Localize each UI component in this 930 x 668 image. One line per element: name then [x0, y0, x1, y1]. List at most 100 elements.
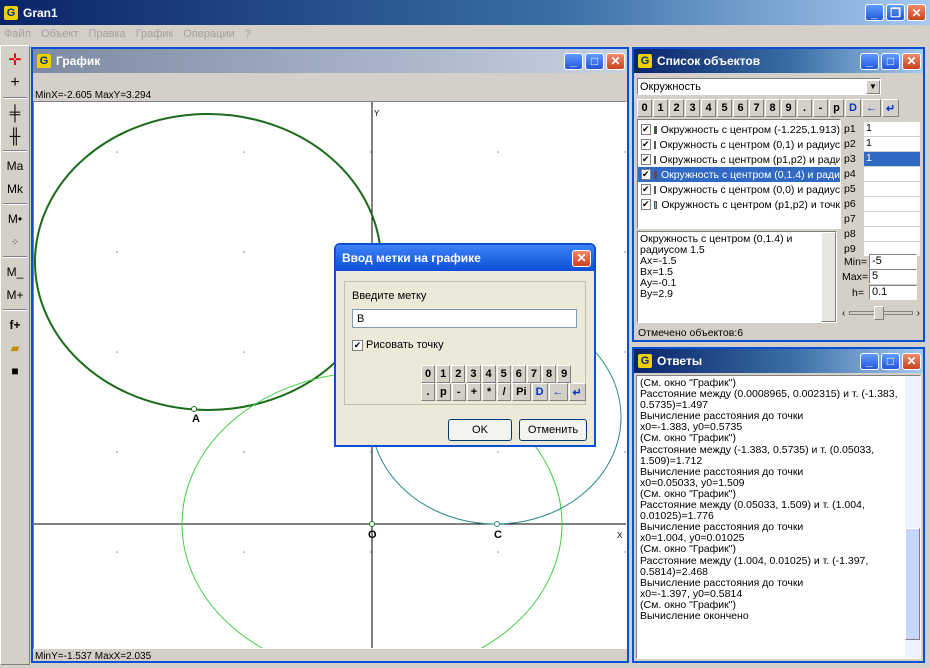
objects-key[interactable]: 0 [637, 99, 652, 117]
object-checkbox[interactable]: ✔ [641, 184, 651, 195]
min-field[interactable]: -5 [869, 254, 917, 269]
h-field[interactable]: 0.1 [869, 285, 917, 300]
draw-point-check-icon[interactable]: ✔ [352, 339, 363, 351]
objects-key[interactable]: 9 [781, 99, 796, 117]
slider-right-icon[interactable]: › [917, 308, 920, 319]
minimize-button[interactable]: _ [865, 4, 884, 21]
point-c[interactable] [494, 521, 500, 527]
dialog-key[interactable]: 0 [421, 365, 436, 383]
objects-key[interactable]: 3 [685, 99, 700, 117]
param-row[interactable]: p4 [844, 166, 920, 181]
param-row[interactable]: p8 [844, 226, 920, 241]
param-row[interactable]: p2 1 [844, 136, 920, 151]
cross-tick-icon[interactable]: ╪ [3, 102, 27, 124]
objects-maximize-button[interactable]: □ [881, 52, 900, 70]
label-ma-icon[interactable]: Ma [3, 155, 27, 177]
restore-button[interactable]: ❐ [886, 4, 905, 21]
ok-button[interactable]: OK [448, 419, 512, 441]
function-add-icon[interactable]: f+ [3, 314, 27, 336]
menu-item[interactable]: Операции [183, 28, 234, 40]
dialog-key[interactable]: * [482, 383, 497, 401]
objects-key[interactable]: 4 [701, 99, 716, 117]
objects-key[interactable]: 7 [749, 99, 764, 117]
graph-close-button[interactable]: ✕ [606, 52, 625, 70]
max-field[interactable]: 5 [869, 269, 917, 284]
menu-item[interactable]: Объект [41, 28, 78, 40]
param-value[interactable] [864, 226, 920, 241]
answers-scrollbar[interactable] [905, 376, 920, 658]
objects-key[interactable]: D [845, 99, 861, 117]
object-list-item[interactable]: ✔ Окружность с центром (p1,p2) и ради [638, 152, 840, 167]
save-disk-icon[interactable]: ■ [3, 360, 27, 382]
objects-key[interactable]: 2 [669, 99, 684, 117]
dialog-key[interactable]: p [436, 383, 451, 401]
objects-close-button[interactable]: ✕ [902, 52, 921, 70]
dialog-key[interactable]: 4 [481, 365, 496, 383]
menu-item[interactable]: ? [245, 28, 251, 40]
menu-item[interactable]: Файл [4, 28, 31, 40]
label-mk-icon[interactable]: Mk [3, 178, 27, 200]
label-mdot-icon[interactable]: M• [3, 208, 27, 230]
graph-maximize-button[interactable]: □ [585, 52, 604, 70]
answers-scroll-thumb[interactable] [905, 528, 920, 640]
objects-key[interactable]: 6 [733, 99, 748, 117]
object-checkbox[interactable]: ✔ [641, 124, 651, 135]
objects-key[interactable]: p [829, 99, 844, 117]
answers-minimize-button[interactable]: _ [860, 352, 879, 370]
dialog-key[interactable]: 6 [511, 365, 526, 383]
objects-list[interactable]: ✔ Окружность с центром (-1.225,1.913) ✔ Окр… [637, 119, 841, 229]
close-button[interactable]: ✕ [907, 4, 926, 21]
param-value[interactable] [864, 166, 920, 181]
objects-key[interactable]: - [813, 99, 828, 117]
objects-key[interactable]: . [797, 99, 812, 117]
dialog-key[interactable]: ↵ [568, 383, 586, 401]
object-checkbox[interactable]: ✔ [641, 139, 651, 150]
dialog-key[interactable]: . [421, 383, 435, 401]
param-row[interactable]: p6 [844, 196, 920, 211]
menu-item[interactable]: График [136, 28, 174, 40]
param-slider[interactable]: ‹ › [842, 304, 920, 322]
objects-minimize-button[interactable]: _ [860, 52, 879, 70]
label-mplus-icon[interactable]: M+ [3, 284, 27, 306]
object-list-item[interactable]: ✔ Окружность с центром (p1,p2) и точк [638, 197, 840, 212]
cross-tick-alt-icon[interactable]: ╫ [3, 125, 27, 147]
param-row[interactable]: p1 1 [844, 121, 920, 136]
param-value[interactable]: 1 [864, 151, 920, 166]
object-list-item[interactable]: ✔ Окружность с центром (-1.225,1.913) [638, 122, 840, 137]
slider-thumb[interactable] [874, 306, 885, 320]
dialog-key[interactable]: 1 [436, 365, 451, 383]
point-o[interactable] [369, 521, 375, 527]
dialog-key[interactable]: ← [548, 383, 568, 401]
param-row[interactable]: p5 [844, 181, 920, 196]
object-list-item[interactable]: ✔ Окружность с центром (0,0) и радиус [638, 182, 840, 197]
chevron-down-icon[interactable]: ▼ [866, 79, 880, 94]
dialog-key[interactable]: 2 [451, 365, 466, 383]
dialog-key[interactable]: 8 [542, 365, 557, 383]
answers-text[interactable]: (См. окно "График") Расстояние между (0.0… [636, 375, 921, 659]
param-row[interactable]: p7 [844, 211, 920, 226]
graph-minimize-button[interactable]: _ [564, 52, 583, 70]
dialog-key[interactable]: Pi [512, 383, 531, 401]
dialog-key[interactable]: 7 [526, 365, 541, 383]
circle-dark-green[interactable] [34, 113, 382, 411]
param-value[interactable] [864, 211, 920, 226]
object-checkbox[interactable]: ✔ [641, 199, 651, 210]
object-list-item[interactable]: ✔ Окружность с центром (0,1) и радиус [638, 137, 840, 152]
dialog-key[interactable]: + [466, 383, 482, 401]
dialog-close-button[interactable]: ✕ [572, 249, 591, 267]
draw-point-checkbox[interactable]: ✔ Рисовать точку [352, 339, 444, 351]
objects-key[interactable]: ↵ [881, 99, 900, 117]
slider-left-icon[interactable]: ‹ [842, 308, 845, 319]
object-checkbox[interactable]: ✔ [641, 154, 651, 165]
answers-close-button[interactable]: ✕ [902, 352, 921, 370]
param-value[interactable]: 1 [864, 136, 920, 151]
objects-key[interactable]: 1 [653, 99, 668, 117]
param-row[interactable]: p3 1 [844, 151, 920, 166]
dots-icon[interactable]: ⁘ [3, 231, 27, 253]
point-a[interactable] [191, 406, 197, 412]
description-scrollbar[interactable] [821, 232, 836, 322]
dialog-key[interactable]: D [531, 383, 548, 401]
cancel-button[interactable]: Отменить [519, 419, 587, 441]
objects-key[interactable]: 8 [765, 99, 780, 117]
plus-icon[interactable]: + [3, 72, 27, 94]
